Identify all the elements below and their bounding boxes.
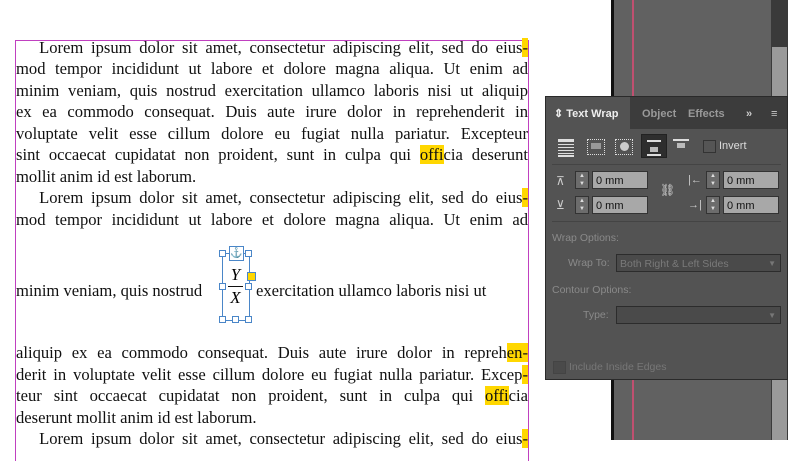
highlighted-text: en- xyxy=(506,343,528,362)
text-line: Lorem ipsum dolor sit amet, consectetur … xyxy=(16,37,528,58)
left-offset-field[interactable]: 0 mm xyxy=(723,171,779,189)
text-line: voluptate velit esse cillum dolore eu fu… xyxy=(16,123,528,144)
chevron-down-icon: ▼ xyxy=(768,311,776,320)
formula-denominator: X xyxy=(230,288,241,307)
text-run: ex ea commodo consequat. Duis aute irure… xyxy=(16,102,528,121)
no-text-wrap-icon[interactable] xyxy=(558,139,574,157)
resize-handle[interactable] xyxy=(219,283,226,290)
top-offset-icon: ⊼ xyxy=(556,174,565,188)
link-offsets-icon[interactable]: ⛓ xyxy=(660,183,675,197)
resize-handle[interactable] xyxy=(219,316,226,323)
text-run: mollit anim id est laborum. xyxy=(16,167,197,186)
text-run: mod tempor incididunt ut labore et dolor… xyxy=(16,59,528,78)
text-line: derit in voluptate velit esse cillum dol… xyxy=(16,364,528,385)
top-offset-stepper[interactable]: ▲ ▼ xyxy=(575,171,589,189)
wrap-object-shape-icon[interactable] xyxy=(615,139,633,155)
highlighted-text: offi xyxy=(484,386,509,405)
left-offset-icon: |← xyxy=(688,174,702,186)
text-line: sint occaecat cupidatat non proident, su… xyxy=(16,144,528,165)
include-inside-edges-checkbox[interactable] xyxy=(553,361,566,374)
wrap-to-label: Wrap To: xyxy=(568,257,610,269)
top-offset-field[interactable]: 0 mm xyxy=(592,171,648,189)
fraction-bar xyxy=(228,286,243,287)
contour-options-label: Contour Options: xyxy=(552,284,632,296)
jump-to-next-column-icon[interactable] xyxy=(673,139,689,155)
text-run: teur sint occaecat cupidatat non proiden… xyxy=(16,386,485,405)
document-page[interactable]: Lorem ipsum dolor sit amet, consectetur … xyxy=(0,0,611,461)
in-port-handle[interactable] xyxy=(247,272,256,281)
text-line: minim veniam, quis nostrud exercitation … xyxy=(16,80,528,101)
bottom-offset-field[interactable]: 0 mm xyxy=(592,196,648,214)
highlighted-text: - xyxy=(522,429,528,448)
highlighted-text: - xyxy=(522,188,528,207)
tab-effects[interactable]: Effects xyxy=(688,97,725,129)
highlighted-text: offi xyxy=(419,145,444,164)
text-run: derit in voluptate velit esse cillum dol… xyxy=(16,365,523,384)
bottom-offset-icon: ⊻ xyxy=(556,198,565,212)
invert-label: Invert xyxy=(719,140,747,152)
text-line: teur sint occaecat cupidatat non proiden… xyxy=(16,385,528,406)
type-label: Type: xyxy=(583,309,609,321)
text-wrap-panel: ⇕ Text Wrap Object Effects » ≡ Invert ⊼ … xyxy=(545,96,788,380)
tab-object[interactable]: Object xyxy=(642,97,676,129)
highlighted-text: - xyxy=(522,365,528,384)
text-run: Lorem ipsum dolor sit amet, consectetur … xyxy=(16,188,523,207)
text-run: Lorem ipsum dolor sit amet, consectetur … xyxy=(16,38,523,57)
text-run: deserunt mollit anim id est laborum. xyxy=(16,408,257,427)
bottom-offset-stepper[interactable]: ▲ ▼ xyxy=(575,196,589,214)
text-line: mod tempor incididunt ut labore et dolor… xyxy=(16,58,528,79)
right-offset-icon: →| xyxy=(688,199,702,211)
anchored-line-left: minim veniam, quis nostrud xyxy=(16,281,203,300)
resize-handle[interactable] xyxy=(245,250,252,257)
resize-handle[interactable] xyxy=(245,316,252,323)
text-line: aliquip ex ea commodo consequat. Duis au… xyxy=(16,342,528,363)
expand-panel-icon[interactable]: » xyxy=(746,97,752,129)
text-line: mollit anim id est laborum. xyxy=(16,166,528,187)
anchor-icon[interactable]: ⚓ xyxy=(229,246,244,261)
text-run: Lorem ipsum dolor sit amet, consectetur … xyxy=(16,429,523,448)
jump-object-button[interactable] xyxy=(641,134,667,158)
text-line: ex ea commodo consequat. Duis aute irure… xyxy=(16,101,528,122)
tab-text-wrap[interactable]: ⇕ Text Wrap xyxy=(546,97,630,129)
text-line: mod tempor incididunt ut labore et dolor… xyxy=(16,209,528,230)
text-line: Lorem ipsum dolor sit amet, consectetur … xyxy=(16,428,528,449)
resize-handle[interactable] xyxy=(245,283,252,290)
highlighted-text: - xyxy=(522,38,528,57)
wrap-to-dropdown[interactable]: Both Right & Left Sides ▼ xyxy=(616,254,781,272)
text-run: aliquip ex ea commodo consequat. Duis au… xyxy=(16,343,507,362)
right-offset-stepper[interactable]: ▲ ▼ xyxy=(706,196,720,214)
text-run: voluptate velit esse cillum dolore eu fu… xyxy=(16,124,528,143)
text-line: deserunt mollit anim id est laborum. xyxy=(16,407,528,428)
text-run: sint occaecat cupidatat non proident, su… xyxy=(16,145,420,164)
wrap-bounding-box-icon[interactable] xyxy=(587,139,605,155)
resize-handle[interactable] xyxy=(232,316,239,323)
text-run: minim veniam, quis nostrud exercitation … xyxy=(16,81,528,100)
wrap-options-label: Wrap Options: xyxy=(552,232,619,244)
text-run: mod tempor incididunt ut labore et dolor… xyxy=(16,210,528,229)
text-run: cia deserunt xyxy=(443,145,528,164)
anchored-line-right: exercitation ullamco laboris nisi ut xyxy=(256,281,487,300)
right-offset-field[interactable]: 0 mm xyxy=(723,196,779,214)
invert-checkbox[interactable] xyxy=(703,140,716,153)
formula-numerator: Y xyxy=(230,265,241,284)
left-offset-stepper[interactable]: ▲ ▼ xyxy=(706,171,720,189)
collapse-icon: ⇕ xyxy=(554,108,567,120)
include-inside-edges-label: Include Inside Edges xyxy=(569,361,667,373)
text-line: Lorem ipsum dolor sit amet, consectetur … xyxy=(16,187,528,208)
contour-type-dropdown[interactable]: ▼ xyxy=(616,306,781,324)
anchored-formula-frame[interactable]: Y X ⚓ xyxy=(219,246,256,323)
chevron-down-icon: ▼ xyxy=(768,259,776,268)
panel-menu-icon[interactable]: ≡ xyxy=(771,97,777,129)
resize-handle[interactable] xyxy=(219,250,226,257)
text-run: cia xyxy=(508,386,528,405)
